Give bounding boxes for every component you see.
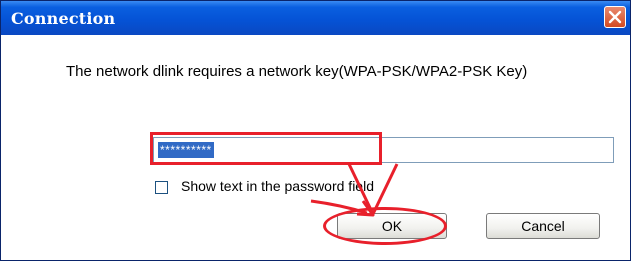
annotation-arrow: [310, 163, 399, 217]
connection-dialog: Connection The network dlink requires a …: [0, 0, 631, 261]
